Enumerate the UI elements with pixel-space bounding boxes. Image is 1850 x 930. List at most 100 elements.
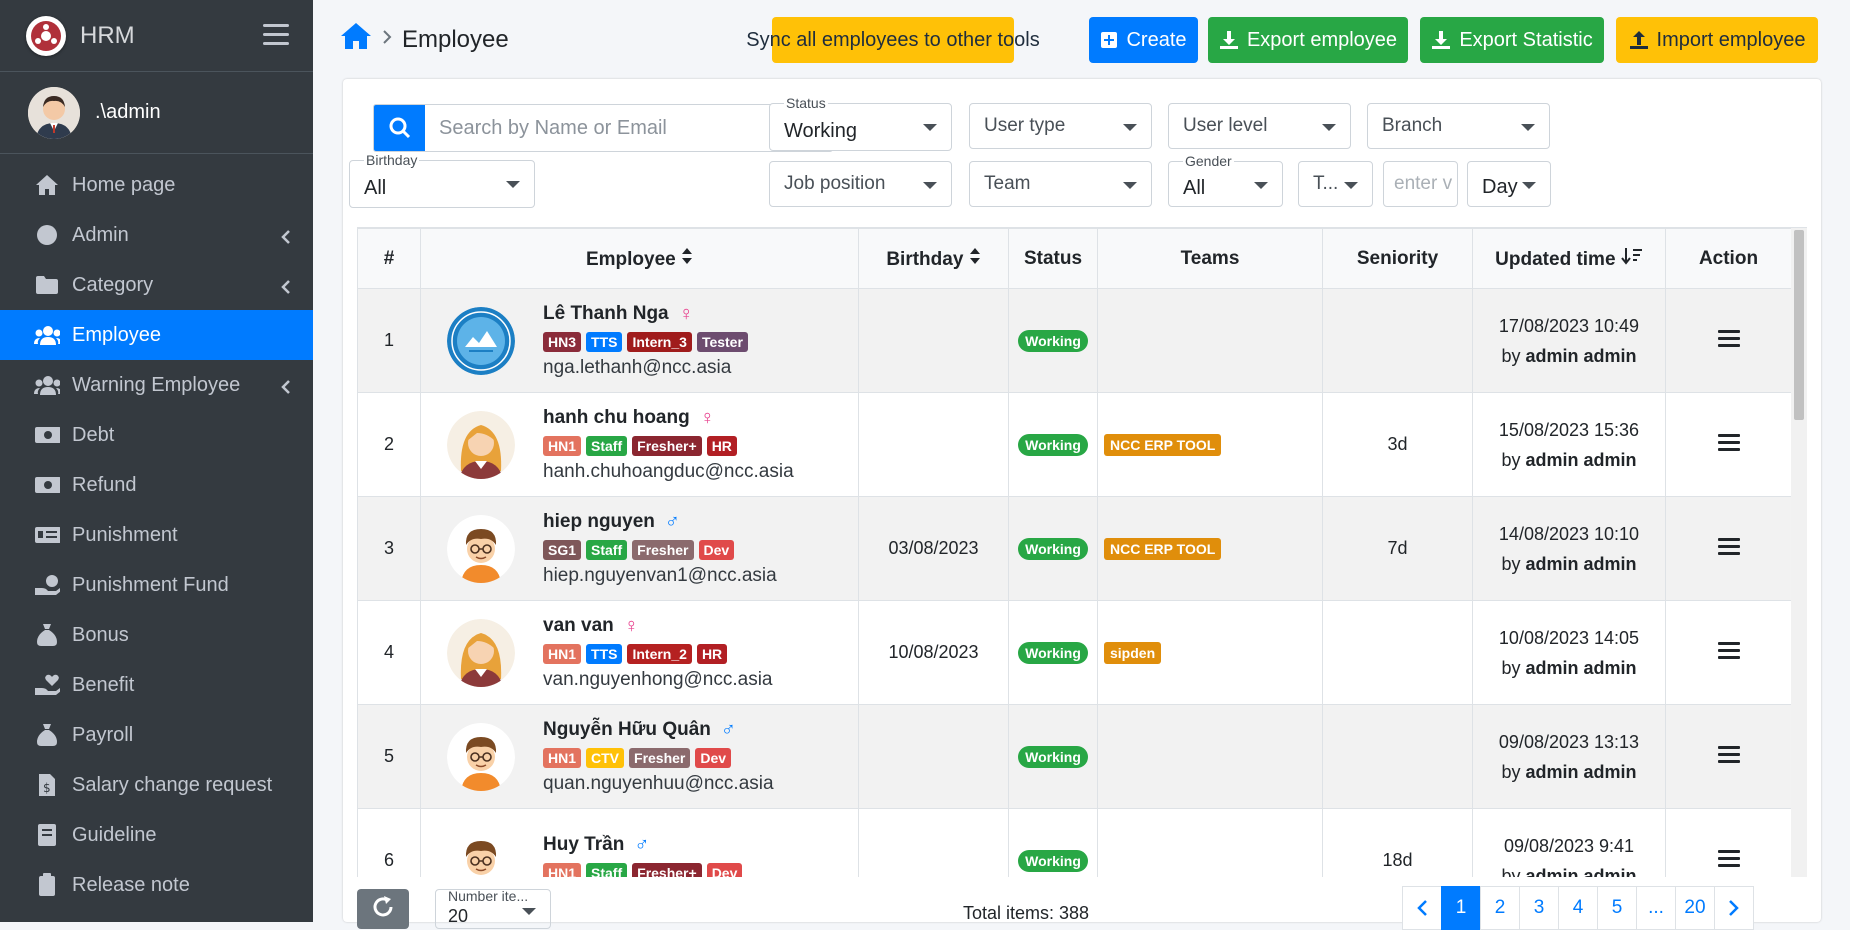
branch-select[interactable]: Branch xyxy=(1367,103,1550,149)
action-menu-icon[interactable] xyxy=(1717,430,1740,455)
pagination-prev[interactable] xyxy=(1402,886,1442,930)
scrollbar[interactable] xyxy=(1791,228,1807,877)
sidebar-item-payroll[interactable]: Payroll xyxy=(0,710,313,760)
menu-toggle-icon[interactable] xyxy=(263,24,289,51)
sidebar-item-release-note[interactable]: Release note xyxy=(0,860,313,910)
employee-name[interactable]: Nguyễn Hữu Quân xyxy=(543,719,711,741)
user-level-select[interactable]: User level xyxy=(1168,103,1351,149)
action-menu-icon[interactable] xyxy=(1717,638,1740,663)
tag-badge: SG1 xyxy=(543,539,582,560)
sidebar-item-benefit[interactable]: Benefit xyxy=(0,660,313,710)
updated-by-name: admin admin xyxy=(1525,865,1637,878)
caret-down-icon xyxy=(1344,182,1358,189)
sidebar-item-refund[interactable]: Refund xyxy=(0,460,313,510)
sidebar-item-bonus[interactable]: Bonus xyxy=(0,610,313,660)
sort-desc-icon[interactable] xyxy=(1621,247,1643,270)
sidebar-item-category[interactable]: Category xyxy=(0,260,313,310)
button-label: Export Statistic xyxy=(1459,28,1593,51)
sidebar-item-warning-employee[interactable]: Warning Employee xyxy=(0,360,313,410)
export-employee-button[interactable]: Export employee xyxy=(1208,17,1408,63)
employee-name[interactable]: Huy Trần xyxy=(543,834,624,856)
col-teams: Teams xyxy=(1097,228,1323,289)
employee-name-row: Nguyễn Hữu Quân ♂ xyxy=(543,719,774,742)
import-employee-button[interactable]: Import employee xyxy=(1616,17,1818,63)
seniority-cell: 3d xyxy=(1322,392,1473,497)
pagination-page[interactable]: 2 xyxy=(1480,886,1520,930)
pagination-page[interactable]: 4 xyxy=(1558,886,1598,930)
team-select[interactable]: Team xyxy=(969,161,1152,207)
action-menu-icon[interactable] xyxy=(1717,326,1740,351)
refresh-icon xyxy=(371,895,395,924)
employee-name[interactable]: van van xyxy=(543,615,614,637)
gender-label: Gender xyxy=(1183,153,1234,169)
updated-by-name: admin admin xyxy=(1525,449,1637,470)
sort-icon[interactable] xyxy=(681,247,693,270)
employee-email: quan.nguyenhuu@ncc.asia xyxy=(543,772,774,794)
t-select[interactable]: T... xyxy=(1298,161,1373,207)
refresh-button[interactable] xyxy=(357,889,409,929)
export-statistic-button[interactable]: Export Statistic xyxy=(1420,17,1604,63)
user-type-select[interactable]: User type xyxy=(969,103,1152,149)
birthday-select[interactable]: Birthday All xyxy=(349,152,535,208)
updated-by-prefix: by xyxy=(1501,553,1521,574)
create-button[interactable]: Create xyxy=(1089,17,1198,63)
table-row: 5 Nguyễn Hữu Quân ♂ HN1 CTV Fresher Dev quan.ng… xyxy=(357,704,1792,809)
sidebar-item-label: Debt xyxy=(72,423,115,446)
pagination-page[interactable]: 20 xyxy=(1675,886,1715,930)
updated-by: by admin admin xyxy=(1473,445,1665,475)
sidebar-item-punishment-fund[interactable]: Punishment Fund xyxy=(0,560,313,610)
sidebar-item-admin[interactable]: Admin xyxy=(0,210,313,260)
pagination-page[interactable]: ... xyxy=(1636,886,1676,930)
col-updated[interactable]: Updated time xyxy=(1472,228,1666,289)
employee-name[interactable]: Lê Thanh Nga xyxy=(543,303,669,325)
action-menu-icon[interactable] xyxy=(1717,742,1740,767)
sidebar-item-debt[interactable]: Debt xyxy=(0,410,313,460)
tag-badge: HR xyxy=(696,643,728,664)
sidebar-item-employee[interactable]: Employee xyxy=(0,310,313,360)
sidebar-item-salary-change-request[interactable]: $ Salary change request xyxy=(0,760,313,810)
status-cell: Working xyxy=(1008,600,1098,705)
sidebar-item-label: Refund xyxy=(72,473,137,496)
scrollbar-thumb[interactable] xyxy=(1794,230,1804,420)
sidebar-item-guideline[interactable]: Guideline xyxy=(0,810,313,860)
user-panel[interactable]: .\admin xyxy=(0,72,313,154)
tag-badge: Fresher xyxy=(632,539,694,560)
pagination-page[interactable]: 5 xyxy=(1597,886,1637,930)
employee-name[interactable]: hiep nguyen xyxy=(543,511,655,533)
action-menu-icon[interactable] xyxy=(1717,846,1740,871)
employee-name-row: Huy Trần ♂ xyxy=(543,834,747,857)
sidebar-item-punishment[interactable]: Punishment xyxy=(0,510,313,560)
home-icon[interactable] xyxy=(340,22,372,57)
number-items-value: 20 xyxy=(448,906,469,926)
col-employee[interactable]: Employee xyxy=(420,228,859,289)
job-position-select[interactable]: Job position xyxy=(769,161,952,207)
sidebar-item-label: Punishment Fund xyxy=(72,573,229,596)
sidebar-item-home[interactable]: Home page xyxy=(0,160,313,210)
table-body: 1 Lê Thanh Nga ♀ HN3 TTS Intern_3 Tester nga.le… xyxy=(357,288,1792,878)
breadcrumb: Employee xyxy=(340,22,509,57)
day-select[interactable]: Day xyxy=(1467,161,1551,207)
tag-badge: HN1 xyxy=(543,862,582,877)
pagination-next[interactable] xyxy=(1714,886,1754,930)
user-type-placeholder: User type xyxy=(984,115,1066,136)
employee-name[interactable]: hanh chu hoang xyxy=(543,407,690,429)
enter-value-input[interactable]: enter v xyxy=(1383,161,1458,207)
updated-cell: 09/08/2023 13:13 by admin admin xyxy=(1472,704,1666,809)
gender-value: All xyxy=(1183,176,1206,199)
gender-select[interactable]: Gender All xyxy=(1168,153,1283,207)
tag-badge: Fresher+ xyxy=(632,435,702,456)
updated-time: 17/08/2023 10:49 xyxy=(1498,315,1640,336)
status-cell: Working xyxy=(1008,496,1098,601)
status-select[interactable]: Status Working xyxy=(769,95,952,151)
sort-icon[interactable] xyxy=(969,247,981,270)
caret-down-icon xyxy=(923,182,937,189)
action-menu-icon[interactable] xyxy=(1717,534,1740,559)
sync-employees-button[interactable]: Sync all employees to other tools xyxy=(746,17,1040,63)
pagination-page[interactable]: 1 xyxy=(1441,886,1481,930)
pagination-page[interactable]: 3 xyxy=(1519,886,1559,930)
tag-badge: Tester xyxy=(696,331,748,352)
col-birthday[interactable]: Birthday xyxy=(858,228,1009,289)
number-items-select[interactable]: Number ite... 20 xyxy=(435,889,551,929)
search-icon[interactable] xyxy=(374,105,425,151)
table-row: 4 van van ♀ HN1 TTS Intern_2 HR van.nguyenhong@… xyxy=(357,600,1792,705)
